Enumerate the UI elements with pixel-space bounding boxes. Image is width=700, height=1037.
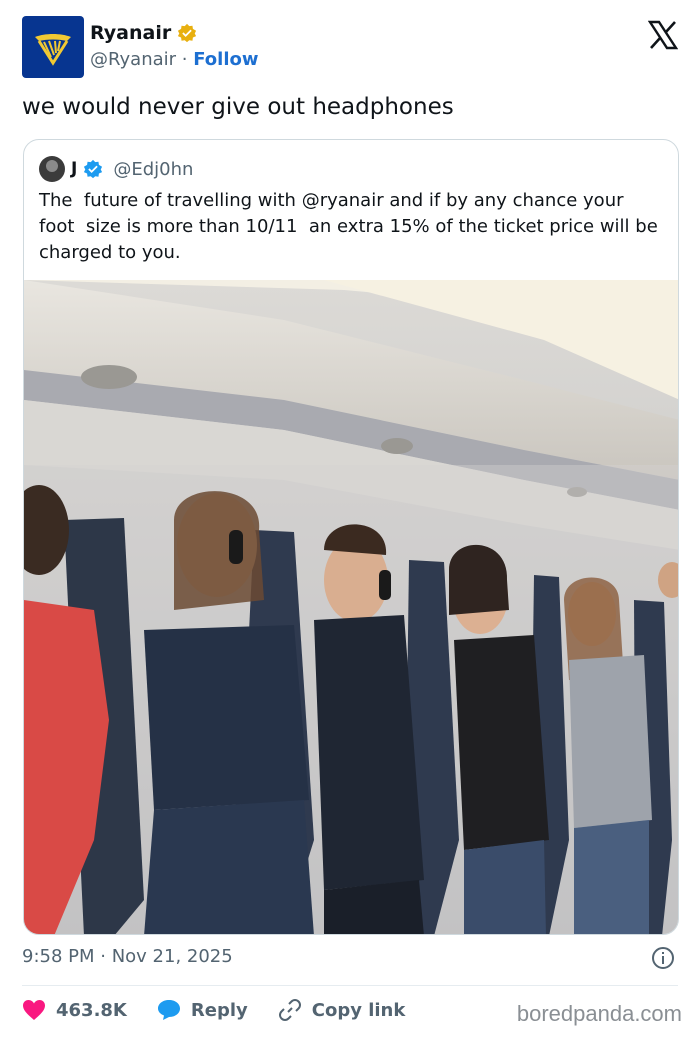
reply-label: Reply — [190, 999, 248, 1021]
quoted-author-handle[interactable]: @Edj0hn — [113, 159, 193, 180]
divider — [22, 985, 678, 986]
reply-bubble-icon — [157, 1000, 180, 1020]
cabin-illustration — [24, 280, 678, 934]
link-icon — [278, 999, 301, 1021]
tweet-header: Ryanair @Ryanair · Follow — [22, 16, 682, 78]
verified-badge-icon — [84, 159, 103, 179]
follow-button[interactable]: Follow — [193, 49, 258, 70]
like-button[interactable]: 463.8K — [22, 999, 127, 1021]
watermark: boredpanda.com — [516, 1001, 682, 1026]
copy-link-button[interactable]: Copy link — [278, 998, 406, 1022]
copy-link-label: Copy link — [311, 999, 406, 1021]
ryanair-logo-avatar[interactable] — [22, 16, 84, 78]
info-icon[interactable] — [651, 946, 675, 970]
tweet-actions: 463.8K Reply Copy link — [22, 995, 435, 1025]
author-handle[interactable]: @Ryanair — [90, 49, 176, 70]
verified-badge-icon — [178, 23, 197, 43]
tweet-timestamp[interactable]: 9:58 PM · Nov 21, 2025 — [22, 946, 233, 967]
harp-icon — [35, 34, 71, 66]
quoted-avatar[interactable] — [39, 156, 65, 182]
heart-icon — [23, 1000, 45, 1020]
quoted-author-name[interactable]: J — [71, 159, 77, 179]
tweet-text: we would never give out headphones — [22, 94, 454, 120]
reply-button[interactable]: Reply — [157, 999, 248, 1021]
quoted-tweet-text: The future of travelling with @ryanair a… — [39, 190, 664, 263]
author-name[interactable]: Ryanair — [90, 22, 171, 44]
x-logo-icon[interactable] — [648, 20, 678, 50]
separator: · — [176, 49, 194, 70]
airplane-cabin-photo[interactable] — [24, 280, 678, 934]
quoted-tweet-card[interactable]: J @Edj0hn The future of travelling with … — [23, 139, 679, 935]
like-count: 463.8K — [56, 999, 127, 1021]
